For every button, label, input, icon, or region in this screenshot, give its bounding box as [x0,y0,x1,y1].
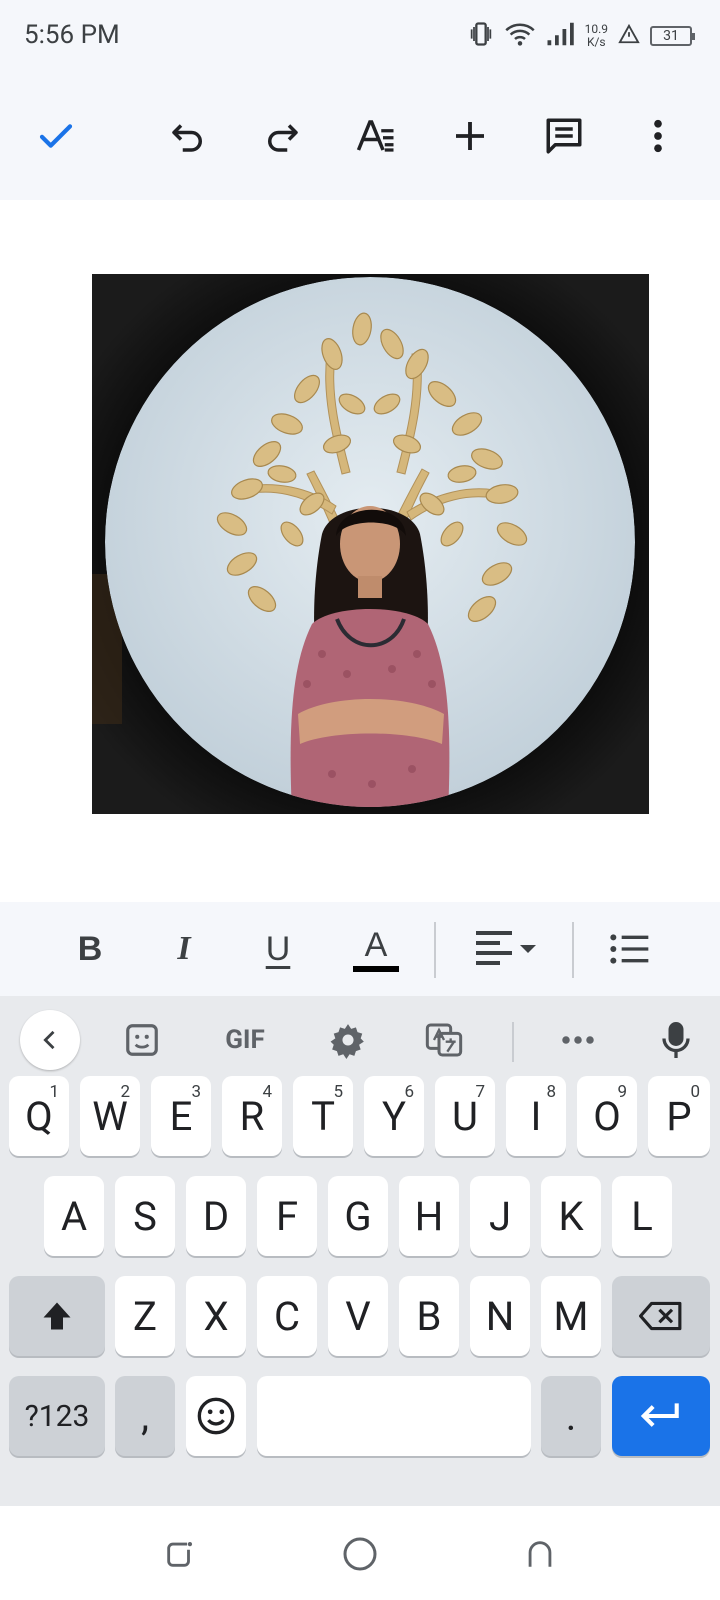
key-w[interactable]: W2 [80,1076,140,1156]
home-icon[interactable] [336,1530,384,1578]
backspace-key[interactable] [612,1276,710,1356]
keyboard: GIF Q1 W2 E3 R4 T5 Y6 U7 I8 O9 P0 A S D … [0,996,720,1506]
divider [572,922,574,978]
key-s[interactable]: S [115,1176,175,1256]
divider [512,1022,514,1062]
key-a[interactable]: A [44,1176,104,1256]
bulleted-list-icon[interactable] [604,920,656,978]
document-image[interactable] [92,274,649,814]
key-y[interactable]: Y6 [364,1076,424,1156]
status-icons: 10.9 K/s 31 [467,18,695,54]
italic-button[interactable]: I [156,920,212,978]
undo-icon[interactable] [158,106,218,166]
check-icon[interactable] [26,106,86,166]
key-h[interactable]: H [399,1176,459,1256]
backspace-icon [639,1301,682,1331]
sticker-icon[interactable] [112,1010,172,1070]
keyboard-toolbar: GIF [0,996,720,1086]
key-e[interactable]: E3 [151,1076,211,1156]
key-i[interactable]: I8 [506,1076,566,1156]
period-key[interactable]: . [541,1376,601,1456]
key-q[interactable]: Q1 [9,1076,69,1156]
translate-icon[interactable] [414,1010,474,1070]
more-horiz-icon[interactable] [548,1010,608,1070]
warning-icon [618,23,640,49]
wifi-icon [504,21,535,51]
gif-button[interactable]: GIF [212,1010,278,1070]
divider [434,922,436,978]
key-b[interactable]: B [399,1276,459,1356]
add-icon[interactable] [440,106,500,166]
network-speed: 10.9 K/s [584,22,608,49]
key-d[interactable]: D [186,1176,246,1256]
key-g[interactable]: G [328,1176,388,1256]
key-n[interactable]: N [470,1276,530,1356]
back-icon[interactable] [20,1010,80,1070]
comment-icon[interactable] [534,106,594,166]
emoji-key[interactable] [186,1376,246,1456]
text-color-swatch [353,966,399,972]
key-f[interactable]: F [257,1176,317,1256]
enter-key[interactable] [612,1376,710,1456]
key-t[interactable]: T5 [293,1076,353,1156]
key-r[interactable]: R4 [222,1076,282,1156]
key-l[interactable]: L [612,1176,672,1256]
key-p[interactable]: P0 [648,1076,710,1156]
text-color-button[interactable]: A [346,920,406,978]
key-c[interactable]: C [257,1276,317,1356]
emoji-icon [197,1397,235,1435]
key-j[interactable]: J [470,1176,530,1256]
underline-button[interactable]: U [250,920,306,978]
formatting-bar: B I U A [0,902,720,996]
settings-icon[interactable] [318,1010,378,1070]
shift-key[interactable] [9,1276,105,1356]
bold-button[interactable]: B [62,920,118,978]
battery-icon: 31 [650,26,695,46]
align-left-icon[interactable] [470,920,542,978]
comma-key[interactable]: , [115,1376,175,1456]
key-x[interactable]: X [186,1276,246,1356]
document-canvas[interactable] [0,200,720,902]
redo-icon[interactable] [252,106,312,166]
key-z[interactable]: Z [115,1276,175,1356]
docs-toolbar [0,74,720,200]
key-m[interactable]: M [541,1276,601,1356]
key-o[interactable]: O9 [577,1076,637,1156]
status-time: 5:56 PM [24,20,120,50]
enter-icon [640,1403,679,1427]
back-nav-icon[interactable] [516,1530,564,1578]
key-k[interactable]: K [541,1176,601,1256]
more-vert-icon[interactable] [628,106,688,166]
key-u[interactable]: U7 [435,1076,495,1156]
key-v[interactable]: V [328,1276,388,1356]
signal-icon [545,21,575,51]
vibrate-icon [467,20,495,52]
shift-icon [43,1302,71,1330]
recents-icon[interactable] [156,1530,204,1578]
text-format-icon[interactable] [346,106,406,166]
navigation-bar [0,1506,720,1600]
space-key[interactable] [257,1376,531,1456]
symbols-key[interactable]: ?123 [9,1376,105,1456]
status-bar: 5:56 PM 10.9 K/s 31 [0,0,720,74]
mic-icon[interactable] [646,1010,706,1070]
